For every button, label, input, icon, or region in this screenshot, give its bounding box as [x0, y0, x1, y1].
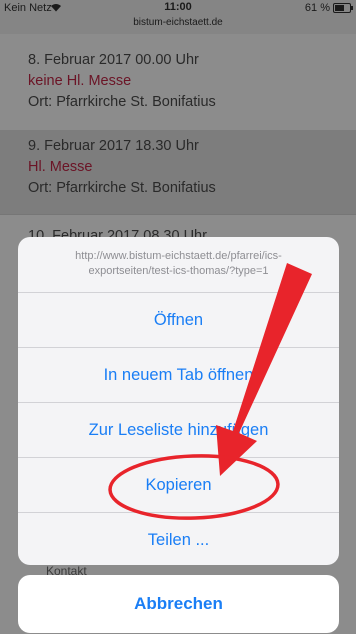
- address-bar-url[interactable]: bistum-eichstaett.de: [0, 17, 356, 28]
- link-url-line: http://www.bistum-eichstaett.de/pfarrei/…: [75, 250, 282, 262]
- open-button[interactable]: Öffnen: [18, 293, 339, 348]
- add-to-reading-list-button[interactable]: Zur Leseliste hinzufügen: [18, 403, 339, 458]
- link-url-line: exportseiten/test-ics-thomas/?type=1: [88, 265, 269, 277]
- event-item[interactable]: 9. Februar 2017 18.30 Uhr Hl. Messe Ort:…: [0, 130, 356, 214]
- clock: 11:00: [164, 1, 192, 13]
- event-item[interactable]: 8. Februar 2017 00.00 Uhr keine Hl. Mess…: [0, 50, 356, 113]
- event-title: Hl. Messe: [28, 159, 93, 175]
- event-date: 9. Februar 2017 18.30 Uhr: [28, 138, 199, 154]
- link-url-header: http://www.bistum-eichstaett.de/pfarrei/…: [18, 237, 339, 293]
- link-action-sheet: http://www.bistum-eichstaett.de/pfarrei/…: [18, 237, 339, 565]
- event-location: Ort: Pfarrkirche St. Bonifatius: [28, 180, 216, 196]
- event-date: 8. Februar 2017 00.00 Uhr: [28, 52, 199, 68]
- event-title: keine Hl. Messe: [28, 73, 132, 89]
- divider: [0, 214, 356, 215]
- battery-icon: [333, 3, 353, 13]
- cancel-button[interactable]: Abbrechen: [18, 575, 339, 633]
- open-in-new-tab-button[interactable]: In neuem Tab öffnen: [18, 348, 339, 403]
- copy-button[interactable]: Kopieren: [18, 458, 339, 513]
- battery-percentage: 61 %: [304, 2, 330, 14]
- share-button[interactable]: Teilen ...: [18, 513, 339, 565]
- event-location: Ort: Pfarrkirche St. Bonifatius: [28, 94, 216, 110]
- status-bar: Kein Netz 11:00 bistum-eichstaett.de 61 …: [0, 0, 356, 34]
